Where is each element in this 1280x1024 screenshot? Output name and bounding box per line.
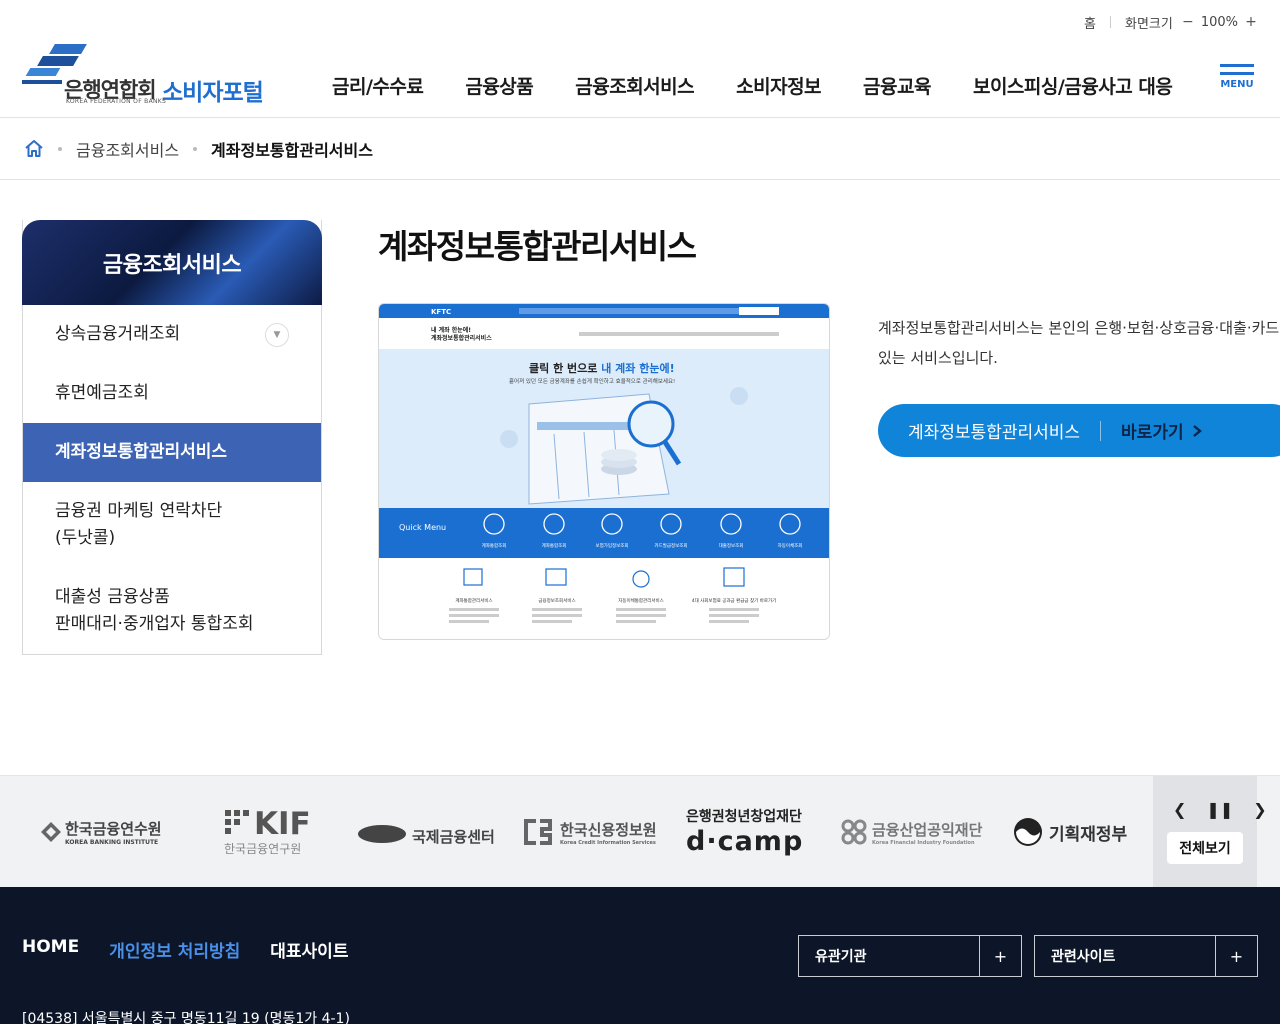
svg-text:Quick Menu: Quick Menu: [399, 523, 446, 532]
side-nav-item-label: 금융권 마케팅 연락차단 (두낫콜): [55, 501, 223, 548]
logo-portal-name: 소비자포털: [162, 80, 264, 106]
nav-consumer-info[interactable]: 소비자정보: [736, 72, 821, 99]
svg-text:클릭 한 번으로 내 계좌 한눈에!: 클릭 한 번으로 내 계좌 한눈에!: [529, 361, 675, 375]
menu-label: MENU: [1220, 79, 1254, 90]
go-service-name: 계좌정보통합관리서비스: [908, 423, 1081, 443]
home-icon[interactable]: [24, 139, 44, 159]
banner-kcis[interactable]: 한국신용정보원 Korea Credit Information Service…: [522, 776, 657, 888]
side-nav: 금융조회서비스 상속금융거래조회 ▼ 휴면예금조회 계좌정보통합관리서비스 금융…: [22, 220, 322, 655]
go-to-service-button[interactable]: 계좌정보통합관리서비스 바로가기: [878, 404, 1280, 457]
svg-text:대출정보조회: 대출정보조회: [719, 542, 744, 549]
related-orgs-select[interactable]: 유관기관 +: [798, 935, 1022, 977]
kif-logo-icon: [225, 810, 249, 834]
kcis-logo-icon: [524, 819, 552, 845]
footer-link-home[interactable]: HOME: [22, 937, 79, 962]
banner-kfif[interactable]: 금융산업공익재단 Korea Financial Industry Founda…: [840, 776, 982, 888]
nav-rates-fees[interactable]: 금리/수수료: [332, 72, 424, 99]
side-nav-item-inheritance[interactable]: 상속금융거래조회 ▼: [23, 305, 321, 364]
view-all-button[interactable]: 전체보기: [1167, 832, 1243, 864]
svg-text:계좌정보통합관리서비스: 계좌정보통합관리서비스: [431, 334, 492, 342]
svg-text:카드발급정보조회: 카드발급정보조회: [654, 542, 687, 549]
footer-links: HOME 개인정보 처리방침 대표사이트: [22, 937, 348, 962]
service-preview-image: KFTC 내 계좌 한눈에! 계좌정보통합관리서비스 클릭 한 번으로 내 계좌…: [379, 304, 829, 623]
kcif-logo-icon: [358, 820, 407, 843]
chevron-right-icon[interactable]: ❯: [1253, 800, 1266, 819]
side-nav-item-label: 계좌정보통합관리서비스: [55, 442, 228, 462]
service-screenshot: KFTC 내 계좌 한눈에! 계좌정보통합관리서비스 클릭 한 번으로 내 계좌…: [378, 303, 830, 640]
breadcrumb-separator: [58, 146, 62, 151]
banner-dcamp[interactable]: 은행권청년창업재단 d·camp: [686, 776, 803, 888]
side-nav-item-dormant[interactable]: 휴면예금조회: [23, 364, 321, 423]
svg-text:4대 사회보험료 공과금 환급금 찾기 바로가기: 4대 사회보험료 공과금 환급금 찾기 바로가기: [692, 597, 777, 604]
site-footer: HOME 개인정보 처리방침 대표사이트 유관기관 + 관련사이트 + [045…: [0, 887, 1280, 1024]
chevron-left-icon[interactable]: ❮: [1173, 800, 1186, 819]
banner-moef[interactable]: 기획재정부: [1013, 776, 1127, 888]
svg-text:내 계좌 한눈에!: 내 계좌 한눈에!: [431, 326, 471, 334]
svg-text:계좌통합관리서비스: 계좌통합관리서비스: [455, 597, 492, 604]
svg-text:계좌통합조회: 계좌통합조회: [482, 542, 507, 549]
zoom-in-button[interactable]: +: [1244, 14, 1258, 30]
svg-text:흩어져 있던 모든 금융계좌를 손쉽게 확인하고 효율적으로: 흩어져 있던 모든 금융계좌를 손쉽게 확인하고 효율적으로 관리해보세요!: [509, 377, 675, 385]
divider: [1100, 420, 1102, 441]
plus-icon: +: [979, 936, 1021, 976]
related-orgs-label: 유관기관: [815, 949, 867, 965]
main-nav: 금리/수수료 금융상품 금융조회서비스 소비자정보 금융교육 보이스피싱/금융사…: [332, 72, 1173, 99]
related-sites-select[interactable]: 관련사이트 +: [1034, 935, 1258, 977]
zoom-out-button[interactable]: −: [1181, 14, 1195, 30]
related-sites-label: 관련사이트: [1051, 949, 1116, 965]
side-nav-item-label: 상속금융거래조회: [55, 324, 181, 344]
svg-text:자동이체통합관리서비스: 자동이체통합관리서비스: [618, 597, 664, 604]
nav-inquiry-services[interactable]: 금융조회서비스: [575, 72, 694, 99]
zoom-value: 100%: [1200, 14, 1238, 30]
banner-kbi[interactable]: 한국금융연수원 KOREA BANKING INSTITUTE: [40, 776, 162, 888]
divider: [1109, 16, 1111, 28]
logo-org-english: KOREA FEDERATION OF BANKS: [66, 98, 167, 105]
breadcrumb: 금융조회서비스 계좌정보통합관리서비스: [0, 118, 1280, 180]
side-nav-item-loan-agents[interactable]: 대출성 금융상품 판매대리·중개업자 통합조회: [23, 568, 321, 654]
banner-controls: ❮ ❚❚ ❯ 전체보기: [1153, 776, 1267, 888]
svg-text:금융정보조회서비스: 금융정보조회서비스: [538, 597, 575, 604]
breadcrumb-separator: [193, 146, 198, 151]
moef-logo-icon: [1014, 818, 1042, 846]
banner-kif[interactable]: KIF 한국금융연구원: [224, 776, 311, 888]
svg-text:자동이체조회: 자동이체조회: [778, 542, 803, 549]
footer-link-privacy[interactable]: 개인정보 처리방침: [109, 937, 240, 962]
footer-link-main-site[interactable]: 대표사이트: [270, 937, 348, 962]
side-nav-item-label: 대출성 금융상품 판매대리·중개업자 통합조회: [55, 587, 254, 634]
chevron-right-icon: [1192, 424, 1202, 437]
menu-button[interactable]: MENU: [1220, 64, 1254, 90]
site-logo[interactable]: 은행연합회 소비자포털 KOREA FEDERATION OF BANKS: [22, 44, 282, 106]
chevron-down-icon[interactable]: ▼: [265, 323, 289, 347]
breadcrumb-level1[interactable]: 금융조회서비스: [76, 137, 179, 161]
side-nav-title: 금융조회서비스: [22, 220, 322, 305]
kfif-logo-icon: [841, 819, 867, 845]
go-label: 바로가기: [1121, 423, 1184, 443]
service-description: 계좌정보통합관리서비스는 본인의 은행·보험·상호금융·대출·카드발급 있는 서…: [878, 319, 1280, 367]
svg-text:보험가입정보조회: 보험가입정보조회: [595, 542, 628, 549]
partner-banner-strip: 한국금융연수원 KOREA BANKING INSTITUTE KIF 한국금융…: [0, 775, 1280, 888]
nav-financial-education[interactable]: 금융교육: [863, 72, 931, 99]
zoom-label: 화면크기: [1124, 16, 1173, 32]
breadcrumb-current: 계좌정보통합관리서비스: [211, 140, 373, 160]
page-title: 계좌정보통합관리서비스: [378, 227, 697, 266]
nav-financial-products[interactable]: 금융상품: [465, 72, 533, 99]
svg-text:KFTC: KFTC: [431, 308, 451, 316]
svg-text:계좌통합조회: 계좌통합조회: [542, 542, 567, 549]
hamburger-icon: [1220, 64, 1254, 67]
kbi-logo-icon: [41, 822, 61, 842]
side-nav-item-label: 휴면예금조회: [55, 383, 149, 403]
side-nav-item-account-info[interactable]: 계좌정보통합관리서비스: [23, 423, 321, 482]
nav-voice-phishing[interactable]: 보이스피싱/금융사고 대응: [973, 72, 1173, 99]
footer-address: [04538] 서울특별시 중구 명동11길 19 (명동1가 4-1): [22, 1011, 350, 1024]
site-header: 은행연합회 소비자포털 KOREA FEDERATION OF BANKS 금리…: [0, 40, 1280, 118]
utility-bar: 홈 화면크기 − 100% +: [1084, 12, 1258, 32]
plus-icon: +: [1215, 936, 1257, 976]
pause-icon[interactable]: ❚❚: [1206, 800, 1233, 819]
side-nav-item-do-not-call[interactable]: 금융권 마케팅 연락차단 (두낫콜): [23, 482, 321, 568]
home-link[interactable]: 홈: [1084, 13, 1096, 32]
banner-kcif[interactable]: 국제금융센터: [358, 776, 495, 888]
